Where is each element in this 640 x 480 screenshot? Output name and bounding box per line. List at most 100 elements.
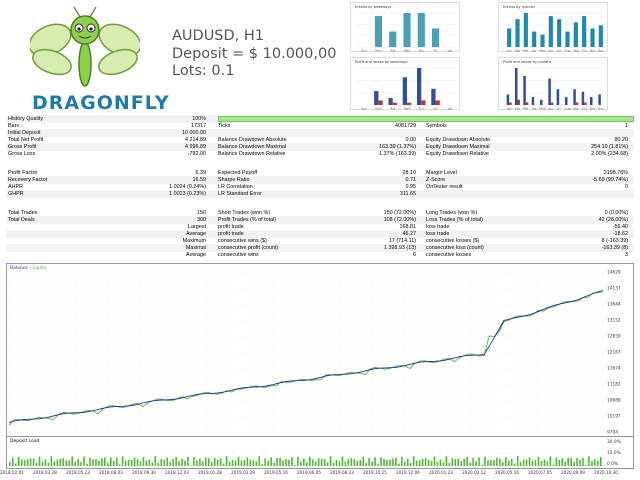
mini-tick: Nov — [590, 107, 596, 111]
x-tick: 2019.06.05 — [297, 470, 321, 475]
mini-tick: Sun — [361, 107, 367, 111]
load-bar — [323, 458, 326, 466]
deposit-label: Deposit = $ 10.000,00 — [172, 45, 337, 62]
load-bar — [555, 457, 558, 466]
load-bar — [166, 457, 169, 466]
load-bar — [439, 459, 442, 466]
mini-bar — [374, 91, 379, 105]
load-bar — [112, 460, 115, 466]
mini-bar — [515, 19, 520, 47]
x-tick: 2018.05.23 — [66, 470, 90, 475]
x-tick: 2020.09.09 — [561, 470, 585, 475]
load-bar — [534, 459, 537, 466]
load-bar — [573, 461, 575, 466]
mini-bar — [402, 77, 407, 105]
report-cell: Gross Loss — [8, 150, 36, 157]
mini-bar — [531, 97, 535, 105]
load-bar — [14, 463, 17, 466]
load-bar — [222, 463, 225, 466]
load-bar — [270, 457, 272, 466]
load-bar — [424, 458, 427, 466]
load-bar — [567, 457, 569, 466]
mini-tick: Jul — [556, 49, 561, 53]
load-bar — [404, 461, 406, 466]
load-bar — [383, 458, 385, 466]
load-bar — [576, 458, 578, 466]
load-bar — [11, 457, 14, 466]
load-bar — [448, 463, 451, 466]
load-bar — [377, 463, 379, 466]
load-bar — [335, 459, 338, 466]
mini-tick: Oct — [582, 107, 588, 111]
load-bar — [193, 457, 195, 466]
mini-bar — [374, 16, 382, 47]
x-tick: 2020.07.05 — [528, 470, 552, 475]
mini-bar-loss — [517, 99, 520, 105]
load-bar — [454, 458, 457, 466]
mini-tick: Jan — [506, 107, 512, 111]
mini-bar — [515, 68, 518, 105]
load-bar — [163, 459, 166, 466]
mini-tick: Wed — [404, 107, 411, 111]
load-bar — [338, 461, 341, 466]
load-bar — [469, 462, 471, 466]
load-bar — [258, 456, 261, 466]
load-bar — [56, 459, 59, 466]
load-bar — [80, 462, 82, 466]
header: DRAGONFLY AUDUSD, H1 Deposit = $ 10.000,… — [0, 0, 640, 114]
mini-tick: Mar — [523, 49, 529, 53]
load-bar — [389, 459, 391, 466]
load-bar — [457, 458, 460, 466]
mini-chart-svg: Jan Feb Mar Apr May Jun Jul Aug Sep Oct Nov Dec — [505, 67, 605, 111]
x-tick: 2019.05.16 — [264, 470, 288, 475]
brand-wordmark: DRAGONFLY — [32, 92, 170, 114]
load-bar — [133, 457, 136, 466]
load-bar — [282, 460, 284, 466]
load-bar — [86, 464, 88, 466]
mini-tick: May — [539, 107, 545, 111]
x-tick: 2019.03.29 — [231, 470, 255, 475]
mini-bar — [598, 94, 601, 105]
y-tick: 14137 — [607, 286, 621, 292]
load-bar — [460, 461, 463, 466]
mini-bar — [565, 97, 568, 105]
load-bar — [178, 461, 180, 466]
load-bar — [427, 459, 430, 466]
mini-bar — [532, 31, 537, 47]
report-cell: -782.00 — [187, 150, 206, 157]
load-bar — [175, 457, 177, 466]
load-bar — [341, 456, 344, 466]
load-bar — [442, 462, 445, 466]
load-bar — [531, 460, 534, 466]
load-bar — [356, 460, 359, 466]
load-bar — [77, 458, 79, 466]
x-tick: 2020.03.12 — [462, 470, 486, 475]
mini-bar — [590, 28, 595, 47]
load-bar — [104, 457, 106, 466]
load-bar — [98, 460, 100, 466]
load-bar — [496, 457, 498, 466]
load-bar — [329, 456, 332, 466]
load-bar — [139, 461, 142, 466]
load-bar — [68, 460, 70, 466]
load-bar — [17, 456, 20, 466]
mini-bar — [581, 91, 585, 105]
load-bar — [26, 459, 29, 466]
load-bar — [300, 461, 302, 466]
report-cell: 2.00% (234.68) — [591, 150, 628, 157]
load-bar — [579, 460, 581, 466]
y-tick: 9704 — [607, 430, 618, 436]
load-bar — [294, 465, 296, 466]
load-bar — [92, 459, 94, 466]
mini-tick: Feb — [515, 107, 520, 111]
load-bar — [237, 456, 240, 466]
y-tick: 10689 — [607, 398, 621, 404]
mini-chart-entries-weekdays: Entries by weekdays Sun Mon Tue Wed Thu Fri Sa… — [350, 2, 460, 53]
mini-tick: Jan — [506, 49, 512, 53]
load-bar — [252, 460, 255, 466]
load-bar — [484, 456, 486, 466]
mini-bar — [598, 25, 603, 47]
load-bar — [127, 460, 130, 466]
x-tick: 2019.10.25 — [363, 470, 387, 475]
load-bar — [276, 458, 278, 466]
